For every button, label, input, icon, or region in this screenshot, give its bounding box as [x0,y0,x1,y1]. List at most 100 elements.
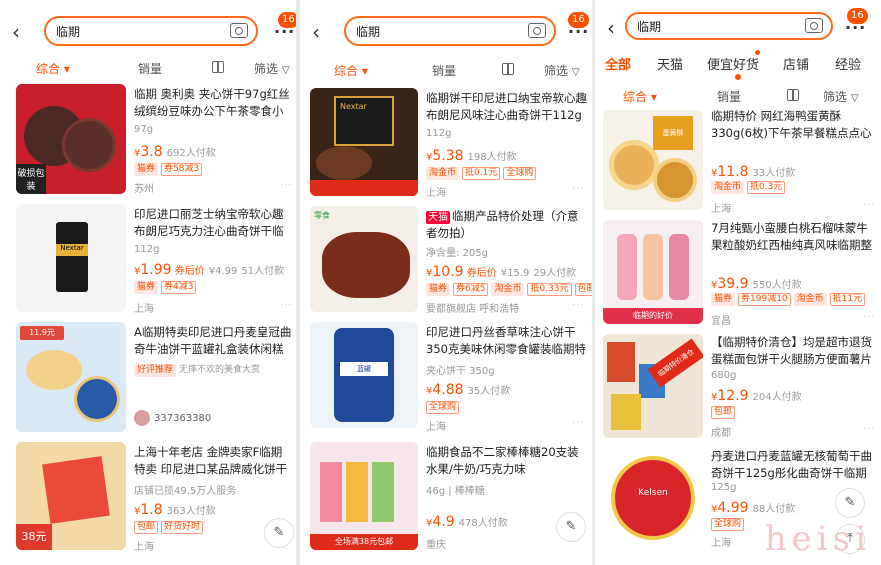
tag: 抵0.1元 [462,167,501,180]
tag: 猫券 [134,163,159,176]
tag: 好评推荐 [134,364,177,377]
camera-icon[interactable] [805,18,823,33]
filter-label: 筛选 [544,64,569,78]
funnel-icon: ▽ [571,67,580,78]
thumb-label: 蛋黄酥 [653,116,693,150]
feedback-edit-icon[interactable]: ✎ [835,488,865,518]
tab-shops[interactable]: 店铺 [783,54,809,73]
price-tag: 券后价 [466,268,497,279]
product-price: ¥12.9 204人付款 [711,388,802,404]
search-query: 临期 [56,25,81,39]
search-input[interactable]: 临期 [344,16,556,46]
price-tag: 券后价 [174,266,205,277]
tab-tmall[interactable]: 天猫 [657,54,683,73]
tag: 包邮 [711,406,736,419]
camera-icon[interactable] [528,23,546,38]
camera-icon[interactable] [230,23,248,38]
tab-experience[interactable]: 经验 [835,54,861,73]
product-price: ¥10.9 券后价 ¥15.9 29人付款 [426,264,577,280]
more-options-icon[interactable]: ··· [572,418,585,429]
sort-filter-bar: 综合 ▾ 销量 筛选 ▽ [0,56,296,80]
sort-default[interactable]: 综合 ▾ [334,62,368,79]
top-bar: ‹ 临期 ··· 16 [0,12,296,50]
product-image: Kelsen [603,448,703,548]
sort-filter-bar: 综合 ▾ 销量 筛选 ▽ [595,84,881,108]
active-indicator [735,74,741,80]
product-image: 临期的好价 [603,220,703,324]
product-price: ¥4.99 88人付款 [711,500,796,516]
layout-toggle-icon[interactable] [502,63,514,75]
sort-default[interactable]: 综合 ▾ [36,60,70,77]
sort-filter-bar: 综合 ▾ 销量 筛选 ▽ [300,58,592,82]
more-options-icon[interactable]: ··· [863,312,876,323]
price-value: 1.99 [140,262,172,278]
price-value: 4.99 [717,500,749,516]
price-value: 12.9 [717,388,749,404]
product-image: 38元 [16,442,126,550]
tab-all[interactable]: 全部 [605,54,631,73]
sort-sales[interactable]: 销量 [138,60,162,77]
product-price: ¥3.8 692人付款 [134,144,216,160]
back-arrow-icon[interactable]: ‹ [312,20,332,44]
sort-default-label: 综合 [623,90,648,104]
tag: 包邮 [574,283,592,296]
product-price: ¥39.9 550人付款 [711,276,802,292]
price-value: 4.9 [432,514,455,530]
more-options-icon[interactable]: ··· [280,180,293,191]
price-value: 5.38 [432,148,464,164]
watermark-text: heisi [764,519,871,559]
more-options-icon[interactable]: ··· [572,300,585,311]
product-title: 印尼进口丽芝士纳宝帝软心趣布朗尼巧克力注心曲奇饼干临期零 [134,207,284,238]
shop-location: 上海 [134,542,154,553]
sort-sales[interactable]: 销量 [432,62,456,79]
shop-location: 上海 [426,188,446,199]
avatar [134,410,150,426]
back-arrow-icon[interactable]: ‹ [12,20,32,44]
more-options-icon[interactable]: ··· [572,184,585,195]
search-results-panel-3: ‹ 临期 ··· 16 全部 天猫 便宜好货 店铺 经验 综合 ▾ 销量 筛选 … [595,0,881,565]
more-options-icon[interactable]: ··· [280,300,293,311]
tab-cheap-goods[interactable]: 便宜好货 [707,54,759,73]
filter-button[interactable]: 筛选 ▽ [823,88,859,105]
tag: 抵0.33元 [527,283,572,296]
product-title: 天猫 临期产品特价处理（介意者勿拍） [426,208,588,242]
more-options-icon[interactable]: ··· [863,424,876,435]
product-image: 全场满38元包邮 [310,442,418,550]
shop-location: 上海 [711,204,731,215]
thumb-label: 零食 [314,211,330,220]
sales-count: 51人付款 [241,266,285,277]
price-value: 4.88 [432,382,464,398]
layout-toggle-icon[interactable] [787,89,799,101]
tag: 淘金币 [426,167,460,180]
sales-count: 204人付款 [752,392,802,403]
search-input[interactable]: 临期 [44,16,258,46]
more-options-icon[interactable]: ··· [863,200,876,211]
sales-count: 478人付款 [458,518,508,529]
sales-count: 363人付款 [166,506,216,517]
sort-default[interactable]: 综合 ▾ [623,88,657,105]
product-title: 印尼进口丹丝香草味注心饼干350克美味休闲零食罐装临期特价 [426,325,586,356]
tag: 抵11元 [829,293,866,306]
promo-tags: 猫券 券6减5 淘金币 抵0.33元 包邮 [426,283,592,296]
feedback-edit-icon[interactable]: ✎ [264,518,294,548]
promo-tags: 淘金币 抵0.1元 全球购 [426,167,539,180]
tag: 好货好时 [161,521,204,534]
search-input[interactable]: 临期 [625,12,833,40]
filter-label: 筛选 [823,90,848,104]
thumb-label: 全场满38元包邮 [310,534,418,550]
product-price: ¥11.8 33人付款 [711,164,796,180]
tag: 抵0.3元 [747,181,786,194]
back-arrow-icon[interactable]: ‹ [607,16,627,40]
filter-button[interactable]: 筛选 ▽ [544,62,580,79]
sort-sales[interactable]: 销量 [717,88,741,105]
product-title: 临期 奥利奥 夹心饼干97g红丝绒缤纷豆味办公下午茶零食小吃 [134,87,290,118]
product-title: 临期食品不二家棒棒糖20支装水果/牛奶/巧克力味125g/116g [426,445,579,476]
sales-count: 88人付款 [752,504,796,515]
filter-button[interactable]: 筛选 ▽ [254,60,290,77]
funnel-icon: ▽ [850,93,859,104]
feedback-edit-icon[interactable]: ✎ [556,512,586,542]
thumb-label: Nextar [340,102,367,111]
sales-count: 29人付款 [533,268,577,279]
price-value: 10.9 [432,264,464,280]
layout-toggle-icon[interactable] [212,61,224,73]
